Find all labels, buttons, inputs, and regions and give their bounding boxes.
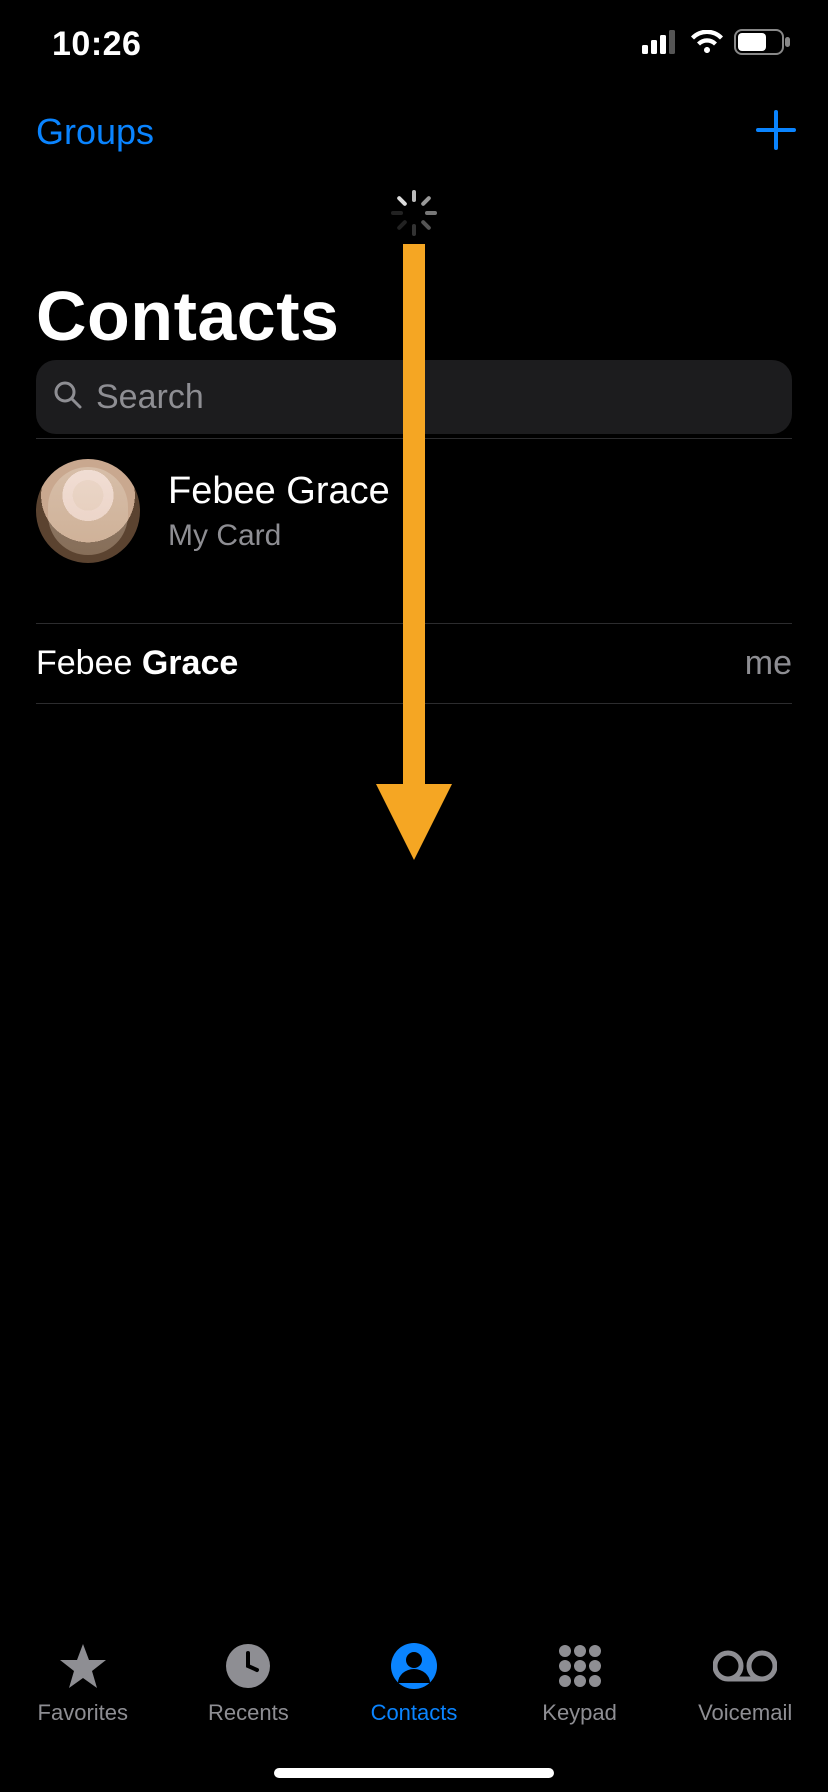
divider xyxy=(36,703,792,704)
tab-contacts[interactable]: Contacts xyxy=(339,1640,489,1726)
tab-keypad[interactable]: Keypad xyxy=(505,1640,655,1726)
cellular-icon xyxy=(642,30,680,59)
add-contact-button[interactable] xyxy=(754,108,798,157)
my-card-name: Febee Grace xyxy=(168,470,390,513)
wifi-icon xyxy=(690,30,724,59)
tab-bar: Favorites Recents Contacts xyxy=(0,1622,828,1792)
search-bar[interactable] xyxy=(36,360,792,434)
my-card-subtitle: My Card xyxy=(168,519,390,553)
my-card-row[interactable]: Febee Grace My Card xyxy=(36,439,828,583)
tab-favorites[interactable]: Favorites xyxy=(8,1640,158,1726)
status-bar: 10:26 xyxy=(0,0,828,88)
plus-icon xyxy=(754,108,798,152)
loading-spinner xyxy=(0,188,828,238)
star-icon xyxy=(57,1640,109,1692)
status-time: 10:26 xyxy=(52,25,141,64)
search-input[interactable] xyxy=(96,378,776,417)
contact-row[interactable]: Febee Grace me xyxy=(36,624,828,703)
home-indicator xyxy=(274,1768,554,1778)
contact-tag-me: me xyxy=(745,644,792,683)
battery-icon xyxy=(734,29,792,60)
person-circle-icon xyxy=(389,1641,439,1691)
contact-first-name: Febee xyxy=(36,644,132,682)
clock-icon xyxy=(223,1641,273,1691)
page-title: Contacts xyxy=(36,276,339,356)
tab-label: Voicemail xyxy=(698,1700,792,1726)
avatar xyxy=(36,459,140,563)
tab-recents[interactable]: Recents xyxy=(173,1640,323,1726)
tab-label: Favorites xyxy=(38,1700,128,1726)
tab-label: Contacts xyxy=(371,1700,458,1726)
contacts-list: Febee Grace My Card Febee Grace me xyxy=(36,438,828,704)
tab-label: Recents xyxy=(208,1700,289,1726)
contact-name: Febee Grace xyxy=(36,644,238,683)
status-icons xyxy=(642,29,792,60)
search-icon xyxy=(52,379,84,416)
tab-label: Keypad xyxy=(542,1700,617,1726)
groups-button[interactable]: Groups xyxy=(36,111,154,153)
contact-last-name: Grace xyxy=(142,644,238,682)
keypad-icon xyxy=(555,1641,605,1691)
tab-voicemail[interactable]: Voicemail xyxy=(670,1640,820,1726)
voicemail-icon xyxy=(713,1648,777,1684)
nav-bar: Groups xyxy=(0,88,828,176)
